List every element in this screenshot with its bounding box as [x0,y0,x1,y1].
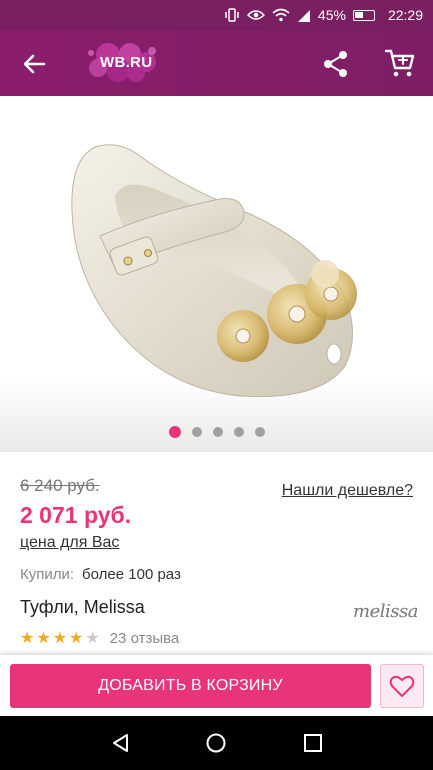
eye-icon [246,10,265,20]
old-price: 6 240 руб. [20,476,100,495]
vibrate-icon [225,8,239,22]
gallery-dot[interactable] [212,427,223,437]
bought-value: более 100 раз [82,566,181,583]
cart-button[interactable] [383,46,417,80]
price-for-you-link[interactable]: цена для Вас [20,534,119,552]
gallery-dot[interactable] [233,427,244,437]
star-icon: ★ [36,630,51,647]
star-icon: ★ [85,630,100,647]
product-image[interactable] [0,96,433,452]
bought-count: Купили: более 100 раз [20,566,181,583]
star-icon: ★ [69,630,84,647]
rating[interactable]: ★ ★ ★ ★ ★ 23 отзыва [20,628,179,648]
nav-recent-icon[interactable] [302,732,324,754]
battery-icon [352,9,375,21]
status-time: 22:29 [387,7,423,23]
reviews-count[interactable]: 23 отзыва [110,630,180,647]
signal-icon [297,9,310,22]
heart-icon [389,675,415,697]
back-button[interactable] [18,48,50,80]
share-icon [324,51,347,77]
gallery-dot[interactable] [254,427,265,437]
add-to-cart-button[interactable]: ДОБАВИТЬ В КОРЗИНУ [10,664,371,708]
found-cheaper-link[interactable]: Нашли дешевле? [282,482,413,500]
gallery-pagination [0,426,433,438]
logo-text: WB.RU [100,54,153,71]
nav-home-icon[interactable] [205,732,227,754]
app-bar: WB.RU [0,30,433,96]
star-icon: ★ [20,630,35,647]
back-arrow-icon [23,54,46,74]
system-nav-bar [0,716,433,770]
bought-label: Купили: [20,566,75,583]
brand-logo[interactable]: melissa [353,601,418,622]
wb-logo[interactable]: WB.RU [86,42,160,84]
star-icon: ★ [52,630,68,647]
gallery-dot[interactable] [191,427,202,437]
nav-back-icon[interactable] [110,732,132,754]
status-icons: 45% 22:29 [224,7,423,23]
share-button[interactable] [320,48,352,80]
shoe-picture [71,144,357,398]
cart-icon [384,49,415,77]
gallery-dot[interactable] [168,426,181,438]
current-price: 2 071 руб. [20,502,132,528]
battery-percent: 45% [317,7,346,23]
status-bar: 45% 22:29 [0,0,433,30]
bottom-action-panel: ДОБАВИТЬ В КОРЗИНУ [0,655,433,716]
product-title: Туфли, Melissa [20,597,145,617]
favorite-button[interactable] [380,664,424,708]
wifi-icon [272,8,290,22]
